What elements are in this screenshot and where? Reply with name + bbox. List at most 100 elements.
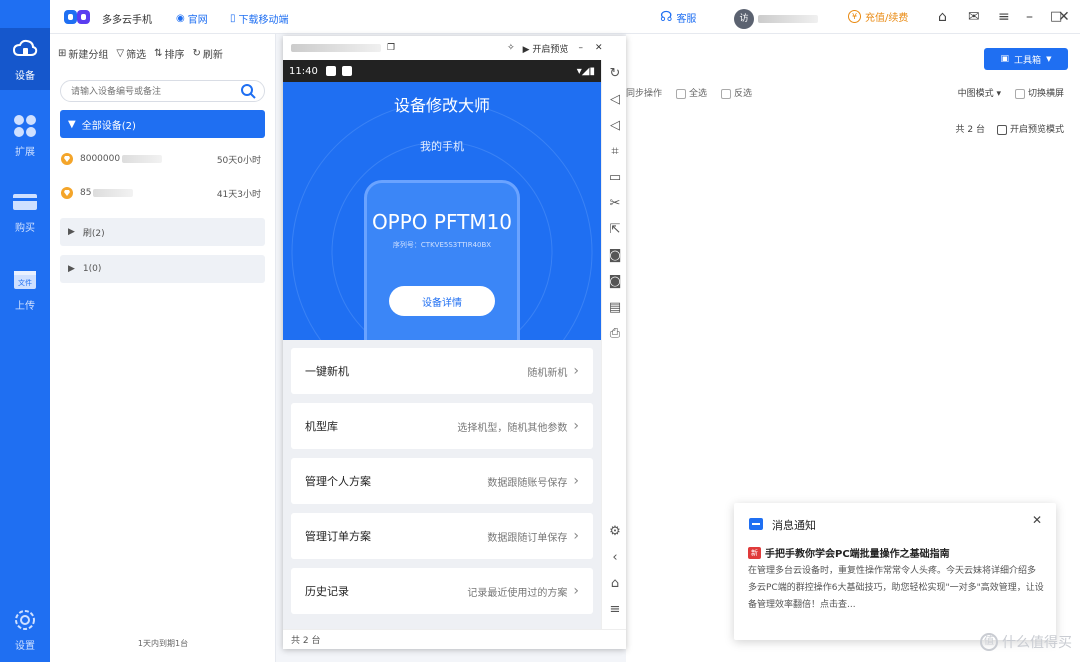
home-icon[interactable]: ⌂: [607, 576, 623, 592]
refresh-button[interactable]: ↻ 刷新: [192, 46, 222, 61]
download-mobile-link[interactable]: ▯ 下载移动端: [230, 11, 289, 26]
nav-label: 设置: [15, 640, 35, 652]
device-search-input[interactable]: [60, 80, 265, 102]
new-group-button[interactable]: ⊞ 新建分组: [58, 46, 108, 61]
menu-model-library[interactable]: 机型库 选择机型，随机其他参数 ›: [291, 403, 593, 449]
printer-icon[interactable]: ⎙: [607, 326, 623, 342]
volume-down-icon[interactable]: ◁: [607, 118, 623, 134]
recharge-button[interactable]: ¥ 充值/续费: [848, 9, 908, 24]
menu-one-click-new[interactable]: 一键新机 随机新机 ›: [291, 348, 593, 394]
message-icon: [749, 518, 763, 530]
minimize-icon[interactable]: –: [1026, 9, 1033, 25]
download-mobile-label: 下载移动端: [238, 15, 289, 26]
view-mode-label: 中图模式: [957, 89, 994, 99]
headset-icon: ☊: [660, 9, 673, 25]
nav-devices[interactable]: 设备: [0, 28, 50, 90]
minimize-icon[interactable]: –: [578, 43, 583, 53]
menu-label: 管理订单方案: [305, 530, 371, 543]
device-toolbar: ⊞ 新建分组 ▽ 筛选 ⇅ 排序 ↻ 刷新: [58, 46, 223, 61]
globe-icon: ◉: [176, 13, 185, 24]
menu-label: 管理个人方案: [305, 475, 371, 488]
phone-window-header: ❐ ✧ ▶ 开启预览 – ✕: [283, 36, 626, 60]
menu-history[interactable]: 历史记录 记录最近使用过的方案 ›: [291, 568, 593, 614]
message-notification[interactable]: 消息通知 ✕ 新 手把手教你学会PC端批量操作之基础指南 在管理多台云设备时，重…: [734, 503, 1056, 640]
pin-icon[interactable]: ✧: [507, 43, 515, 53]
new-group-label: 新建分组: [68, 50, 109, 61]
preview-mode-checkbox[interactable]: 开启预览模式: [996, 122, 1064, 135]
rotate-icon[interactable]: ↻: [607, 66, 623, 82]
device-row[interactable]: 8000000 50天0小时: [60, 148, 265, 170]
group-row[interactable]: ▶ 1(0): [60, 255, 265, 283]
device-list-panel: ⊞新建分组 ▽筛选 ⇅排序 ↻刷新 ▼ 全部设备(2) 8000000 50天0…: [50, 34, 276, 662]
select-all-checkbox[interactable]: 全选: [676, 86, 707, 99]
filter-button[interactable]: ▽ 筛选: [116, 46, 146, 61]
switch-landscape-button[interactable]: 切换横屏: [1014, 86, 1064, 99]
chevron-right-icon: ›: [573, 528, 579, 544]
nav-extend[interactable]: 扩展: [0, 104, 50, 166]
folder-icon[interactable]: ▭: [607, 170, 623, 186]
menu-order-plan[interactable]: 管理订单方案 数据跟随订单保存 ›: [291, 513, 593, 559]
close-icon[interactable]: ✕: [1032, 513, 1042, 527]
folder-add-icon: ⊞: [58, 48, 67, 59]
lock-icon[interactable]: ◙: [607, 248, 623, 264]
nav-label: 扩展: [15, 146, 35, 158]
customer-service-button[interactable]: ☊ 客服: [660, 9, 696, 25]
notification-title-text: 手把手教你学会PC端批量操作之基础指南: [765, 549, 950, 560]
invert-selection[interactable]: 反选: [721, 86, 752, 99]
sync-operation[interactable]: 同步操作: [626, 86, 662, 99]
menu-label: 历史记录: [305, 585, 349, 598]
device-id-blurred: [93, 189, 134, 197]
preview-toggle[interactable]: ▶ 开启预览: [523, 42, 569, 55]
filter-icon: ▽: [116, 48, 125, 59]
nav-buy[interactable]: 购买: [0, 180, 50, 242]
device-id: 85: [80, 188, 92, 198]
phone-status-bar: 11:40 ▾◢▮: [283, 60, 601, 82]
recent-apps-icon[interactable]: ≡: [607, 602, 623, 618]
sort-button[interactable]: ⇅ 排序: [154, 46, 184, 61]
close-icon[interactable]: ✕: [595, 43, 603, 53]
volume-up-icon[interactable]: ◁: [607, 92, 623, 108]
expire-note: 1天内到期1台: [137, 639, 189, 648]
file-upload-icon: 文件: [14, 270, 36, 289]
sort-label: 排序: [164, 50, 185, 61]
phone-screen[interactable]: 11:40 ▾◢▮ 设备修改大师 我的手机 OPPO PFTM10 序列号：CT…: [283, 60, 601, 629]
nav-label: 购买: [15, 222, 35, 234]
user-account[interactable]: 访: [734, 9, 818, 29]
nav-settings[interactable]: 设置: [0, 598, 50, 660]
nav-upload[interactable]: 文件 上传: [0, 258, 50, 320]
scissors-icon[interactable]: ✂: [607, 196, 623, 212]
device-detail-button[interactable]: 设备详情: [389, 286, 495, 316]
group-label: 刷(2): [82, 228, 105, 239]
share-icon[interactable]: ⇱: [607, 222, 623, 238]
gift-icon[interactable]: ⌂: [938, 9, 947, 25]
group-row[interactable]: ▶ 刷(2): [60, 218, 265, 246]
back-icon[interactable]: ‹: [607, 550, 623, 566]
chevron-right-icon: ›: [573, 473, 579, 489]
notification-title[interactable]: 新 手把手教你学会PC端批量操作之基础指南: [748, 545, 1044, 560]
crop-icon[interactable]: ⌗: [607, 144, 623, 160]
view-mode-dropdown[interactable]: 中图模式 ▾: [958, 86, 1001, 99]
copy-icon[interactable]: ❐: [387, 43, 395, 53]
mail-icon[interactable]: ✉: [968, 9, 980, 25]
close-icon[interactable]: ✕: [1058, 9, 1070, 25]
menu-icon[interactable]: ≡: [998, 9, 1010, 25]
settings-icon[interactable]: ⚙: [607, 524, 623, 540]
group-all-devices[interactable]: ▼ 全部设备(2): [60, 110, 265, 138]
unlock-icon[interactable]: ◙: [607, 274, 623, 290]
phone-illustration: [364, 180, 520, 340]
select-all-label: 全选: [689, 89, 708, 99]
apps-grid-icon: [14, 114, 36, 137]
hero-subtitle: 我的手机: [420, 140, 464, 153]
group-all-label: 全部设备(2): [81, 120, 136, 132]
toolbox-button[interactable]: ▣ 工具箱 ▼: [984, 48, 1068, 70]
official-site-link[interactable]: ◉ 官网: [176, 11, 208, 26]
menu-desc: 数据跟随账号保存: [487, 477, 568, 489]
watermark-text: 什么值得买: [1002, 635, 1072, 651]
search-icon[interactable]: [240, 83, 256, 99]
device-row[interactable]: 85 41天3小时: [60, 182, 265, 204]
menu-personal-plan[interactable]: 管理个人方案 数据跟随账号保存 ›: [291, 458, 593, 504]
menu-label: 机型库: [305, 420, 338, 433]
device-remaining-time: 50天0小时: [216, 155, 261, 166]
customer-service-label: 客服: [676, 13, 697, 25]
keyboard-icon[interactable]: ▤: [607, 300, 623, 316]
